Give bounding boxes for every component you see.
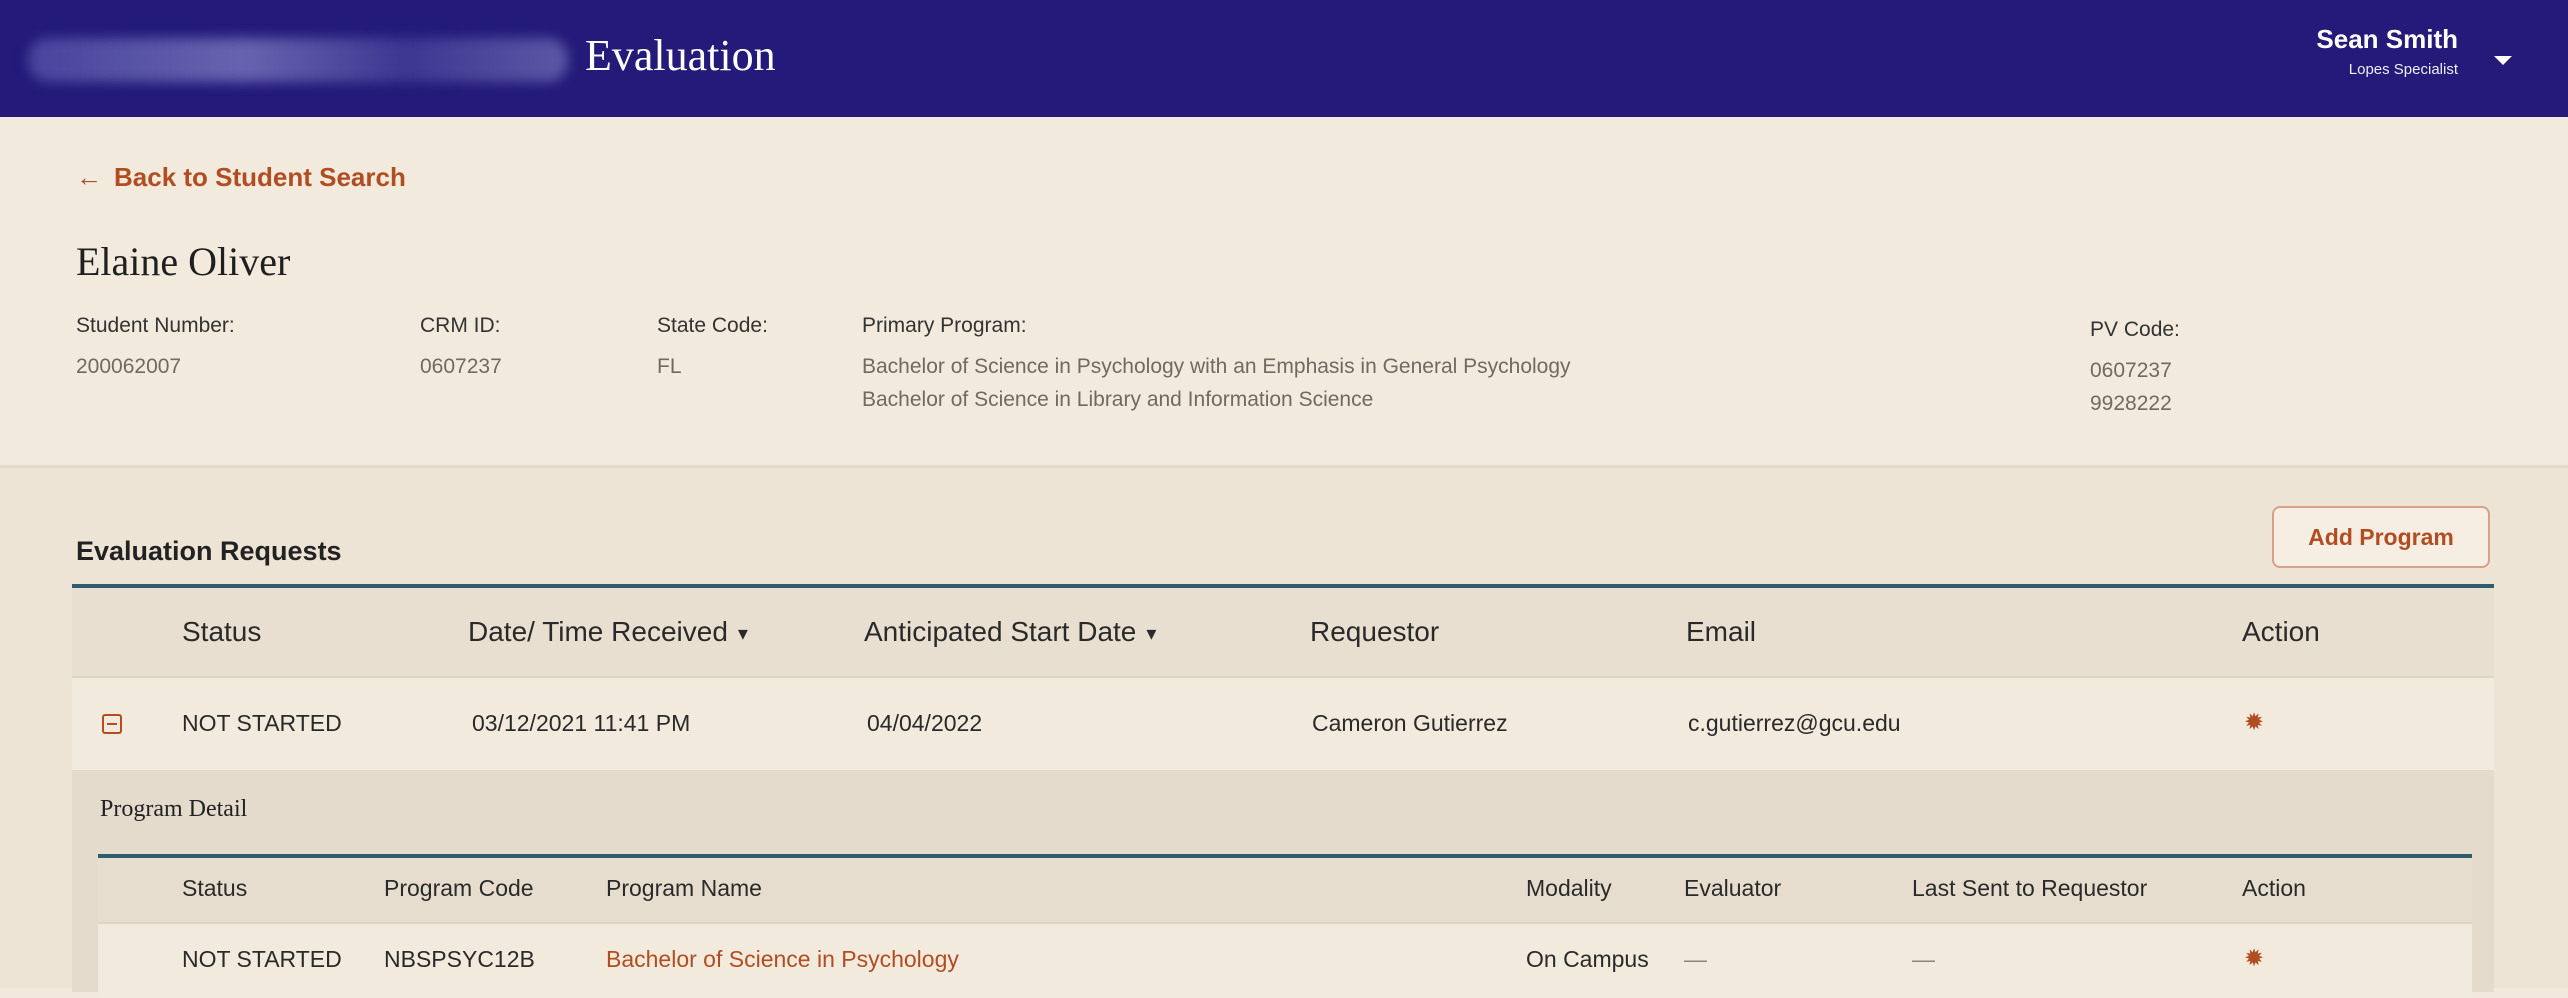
pv-code-value-1: 0607237 <box>2090 359 2172 382</box>
program-name-link[interactable]: Bachelor of Science in Psychology <box>606 946 959 973</box>
student-number-label: Student Number: <box>76 314 235 337</box>
row-email: c.gutierrez@gcu.edu <box>1688 710 1901 736</box>
col-requestor: Requestor <box>1310 616 1440 647</box>
detail-col-program-name: Program Name <box>606 875 762 901</box>
row-requestor: Cameron Gutierrez <box>1312 710 1508 736</box>
program-detail-panel: Program Detail Status Program Code Progr… <box>72 770 2494 998</box>
col-start-date-label: Anticipated Start Date <box>864 616 1137 647</box>
program-detail-table: Status Program Code Program Name Modalit… <box>98 854 2472 998</box>
crm-id-value: 0607237 <box>420 355 502 378</box>
sort-caret-icon: ▾ <box>1146 623 1157 646</box>
chevron-down-icon[interactable] <box>2494 56 2512 65</box>
detail-col-modality: Modality <box>1526 875 1612 901</box>
section-title: Evaluation Requests <box>76 536 342 566</box>
user-menu[interactable]: Sean Smith Lopes Specialist <box>2316 24 2458 78</box>
detail-table-row: NOT STARTED NBSPSYC12B Bachelor of Scien… <box>98 922 2472 998</box>
gear-icon[interactable]: ✹ <box>2244 944 2264 973</box>
detail-col-last-sent: Last Sent to Requestor <box>1912 875 2148 901</box>
detail-row-program-code: NBSPSYC12B <box>384 946 535 972</box>
state-code-value: FL <box>657 355 682 378</box>
col-action: Action <box>2242 616 2320 647</box>
state-code-label: State Code: <box>657 314 768 337</box>
collapse-minus-icon[interactable] <box>102 714 122 734</box>
primary-program-value-1: Bachelor of Science in Psychology with a… <box>862 355 1571 378</box>
col-date-received-label: Date/ Time Received <box>468 616 728 647</box>
add-program-button[interactable]: Add Program <box>2272 506 2490 568</box>
row-status: NOT STARTED <box>182 710 342 736</box>
detail-table-header: Status Program Code Program Name Modalit… <box>98 858 2472 922</box>
col-date-received[interactable]: Date/ Time Received ▾ <box>468 616 748 648</box>
table-row[interactable]: NOT STARTED 03/12/2021 11:41 PM 04/04/20… <box>72 676 2494 772</box>
primary-program-value-2: Bachelor of Science in Library and Infor… <box>862 388 1374 411</box>
program-detail-title: Program Detail <box>100 796 248 822</box>
primary-program-label: Primary Program: <box>862 314 1027 337</box>
detail-row-last-sent: — <box>1912 946 1935 972</box>
user-name: Sean Smith <box>2316 24 2458 54</box>
col-status: Status <box>182 616 262 647</box>
sort-caret-icon: ▾ <box>737 623 748 646</box>
back-link-label: Back to Student Search <box>114 162 406 192</box>
student-number-value: 200062007 <box>76 355 182 378</box>
row-date-received: 03/12/2021 11:41 PM <box>472 710 691 736</box>
detail-row-status: NOT STARTED <box>182 946 342 972</box>
top-bar: Evaluation Sean Smith Lopes Specialist <box>0 0 2568 117</box>
back-to-search-link[interactable]: ← Back to Student Search <box>76 162 406 193</box>
table-header: Status Date/ Time Received ▾ Anticipated … <box>72 588 2494 676</box>
detail-row-modality: On Campus <box>1526 946 1649 972</box>
user-role: Lopes Specialist <box>2348 61 2458 78</box>
evaluation-requests-table: Status Date/ Time Received ▾ Anticipated … <box>72 584 2494 998</box>
arrow-left-icon: ← <box>76 162 102 192</box>
gear-icon[interactable]: ✹ <box>2244 708 2264 737</box>
col-email: Email <box>1686 616 1757 647</box>
crm-id-label: CRM ID: <box>420 314 501 337</box>
student-name: Elaine Oliver <box>76 239 291 284</box>
detail-col-status: Status <box>182 875 248 901</box>
app-title: Evaluation <box>585 31 776 80</box>
blurred-logo <box>28 38 568 82</box>
detail-col-action: Action <box>2242 875 2306 901</box>
row-start-date: 04/04/2022 <box>867 710 983 736</box>
pv-code-value-2: 9928222 <box>2090 392 2172 415</box>
detail-row-evaluator: — <box>1684 946 1707 972</box>
col-start-date[interactable]: Anticipated Start Date ▾ <box>864 616 1156 648</box>
detail-col-evaluator: Evaluator <box>1684 875 1782 901</box>
pv-code-label: PV Code: <box>2090 318 2180 341</box>
detail-col-program-code: Program Code <box>384 875 534 901</box>
